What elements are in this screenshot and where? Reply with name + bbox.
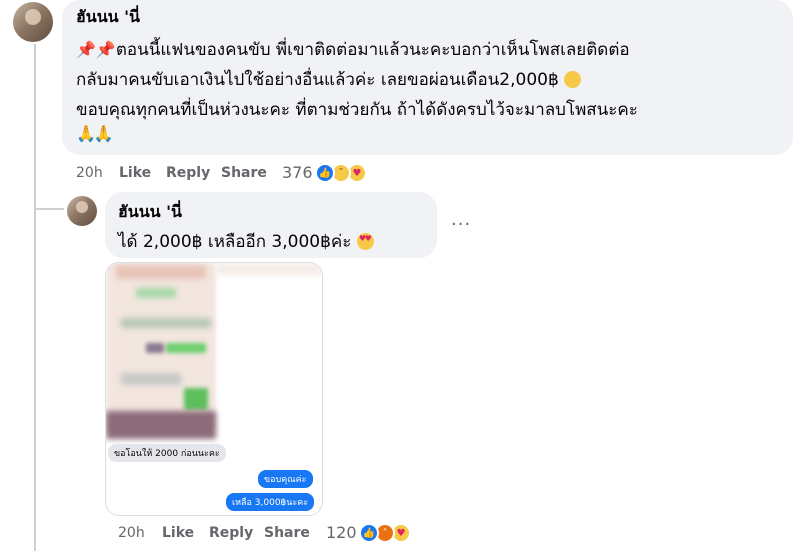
chat-message-right-1: ขอบคุณค่ะ (258, 470, 313, 488)
comment-bubble: ฮันนน 'นี่ 📌📌ตอนนี้แฟนของคนขับ พี่เขาติด… (62, 0, 793, 155)
praying-hands-icon: 🙏🙏 (76, 124, 114, 143)
blurred-region (136, 288, 176, 298)
reply-button[interactable]: Reply (209, 525, 253, 541)
share-button[interactable]: Share (264, 525, 310, 541)
more-options-icon[interactable]: ··· (451, 214, 471, 235)
reply-author[interactable]: ฮันนน 'นี่ (118, 200, 182, 225)
comment-line-1: 📌📌ตอนนี้แฟนของคนขับ พี่เขาติดต่อมาแล้วนะ… (76, 36, 630, 63)
blurred-region (116, 265, 206, 279)
reply-actions: 20h Like Reply Share (118, 525, 348, 543)
comment-author[interactable]: ฮันนน 'นี่ (76, 5, 140, 30)
reply-avatar[interactable] (67, 196, 97, 226)
chat-message-left: ขอโอนให้ 2000 ก่อนนะคะ (108, 444, 226, 462)
heart-eyes-icon (356, 233, 374, 250)
comment-text-1: ตอนนี้แฟนของคนขับ พี่เขาติดต่อมาแล้วนะคะ… (115, 40, 630, 60)
reaction-count[interactable]: 120 (326, 523, 357, 542)
blurred-region (216, 263, 322, 275)
thread-connector (36, 208, 64, 210)
pushpin-icon: 📌📌 (76, 40, 116, 59)
like-button[interactable]: Like (119, 165, 151, 181)
blurred-region (121, 373, 181, 385)
comment-line-2: กลับมาคนขับเอาเงินไปใช้อย่างอื่นแล้วค่ะ … (76, 66, 582, 93)
comment-time[interactable]: 20h (76, 165, 103, 181)
comment-text-2: กลับมาคนขับเอาเงินไปใช้อย่างอื่นแล้วค่ะ … (76, 70, 559, 90)
reply-bubble: ฮันนน 'นี่ ได้ 2,000฿ เหลืออีก 3,000฿ค่ะ (105, 192, 437, 258)
blurred-region (184, 388, 208, 410)
reply-line: ได้ 2,000฿ เหลืออีก 3,000฿ค่ะ (118, 228, 374, 255)
blurred-region (146, 343, 164, 353)
chat-message-right-2: เหลือ 3,000฿นะคะ (226, 493, 315, 511)
reply-text: ได้ 2,000฿ เหลืออีก 3,000฿ค่ะ (118, 232, 352, 252)
like-icon[interactable]: 👍 (359, 523, 379, 543)
attachment-image[interactable]: ขอโอนให้ 2000 ก่อนนะคะ ขอบคุณค่ะ เหลือ 3… (105, 262, 323, 516)
reply-button[interactable]: Reply (166, 165, 210, 181)
comment-actions: 20h Like Reply Share (76, 165, 306, 183)
avatar[interactable] (13, 2, 53, 42)
like-icon[interactable]: 👍 (315, 163, 335, 183)
share-button[interactable]: Share (221, 165, 267, 181)
reply-time[interactable]: 20h (118, 525, 145, 541)
like-button[interactable]: Like (162, 525, 194, 541)
blurred-region (166, 343, 206, 353)
blurred-region (106, 411, 216, 439)
sad-face-icon (564, 71, 582, 88)
thread-line (34, 44, 36, 551)
comment-text-3: ขอบคุณทุกคนที่เป็นห่วงนะคะ ที่ตามช่วยกัน… (76, 100, 638, 120)
comment-line-4: 🙏🙏 (76, 124, 114, 144)
comment-line-3: ขอบคุณทุกคนที่เป็นห่วงนะคะ ที่ตามช่วยกัน… (76, 96, 638, 123)
reaction-count[interactable]: 376 (282, 163, 313, 182)
blurred-region (121, 318, 211, 328)
